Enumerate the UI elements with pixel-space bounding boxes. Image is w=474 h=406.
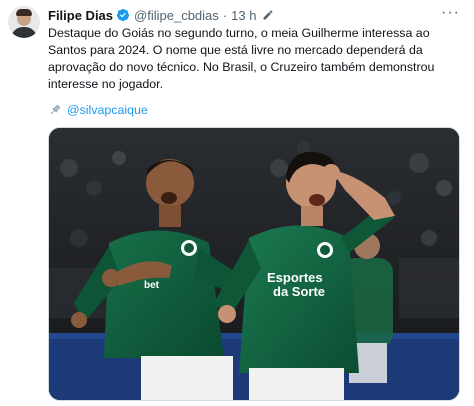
separator-dot: · [222, 7, 228, 23]
author-avatar[interactable] [8, 6, 40, 38]
more-icon[interactable]: ··· [441, 4, 460, 22]
tweet-photo[interactable]: bet Esportes da Sorte [48, 127, 460, 401]
author-handle[interactable]: @filipe_cbdias [134, 8, 219, 23]
football-celebration-photo: bet Esportes da Sorte [49, 128, 459, 400]
timestamp[interactable]: 13 h [231, 8, 256, 23]
mention-line: @silvapcaique [48, 101, 148, 119]
tweet-text: Destaque do Goiás no segundo turno, o me… [48, 26, 435, 91]
author-name[interactable]: Filipe Dias [48, 8, 113, 23]
mention-link[interactable]: @silvapcaique [67, 103, 148, 117]
sponsor-right-line1: Esportes [267, 270, 323, 285]
edit-pencil-icon[interactable] [262, 9, 274, 21]
tweet-card[interactable]: Filipe Dias @filipe_cbdias · 13 h ··· De… [0, 0, 474, 406]
tweet-header: Filipe Dias @filipe_cbdias · 13 h [48, 6, 274, 24]
pin-icon [50, 105, 60, 115]
sponsor-left-text: bet [144, 280, 160, 291]
sponsor-right-line2: da Sorte [273, 284, 325, 299]
verified-badge-icon [116, 8, 130, 22]
